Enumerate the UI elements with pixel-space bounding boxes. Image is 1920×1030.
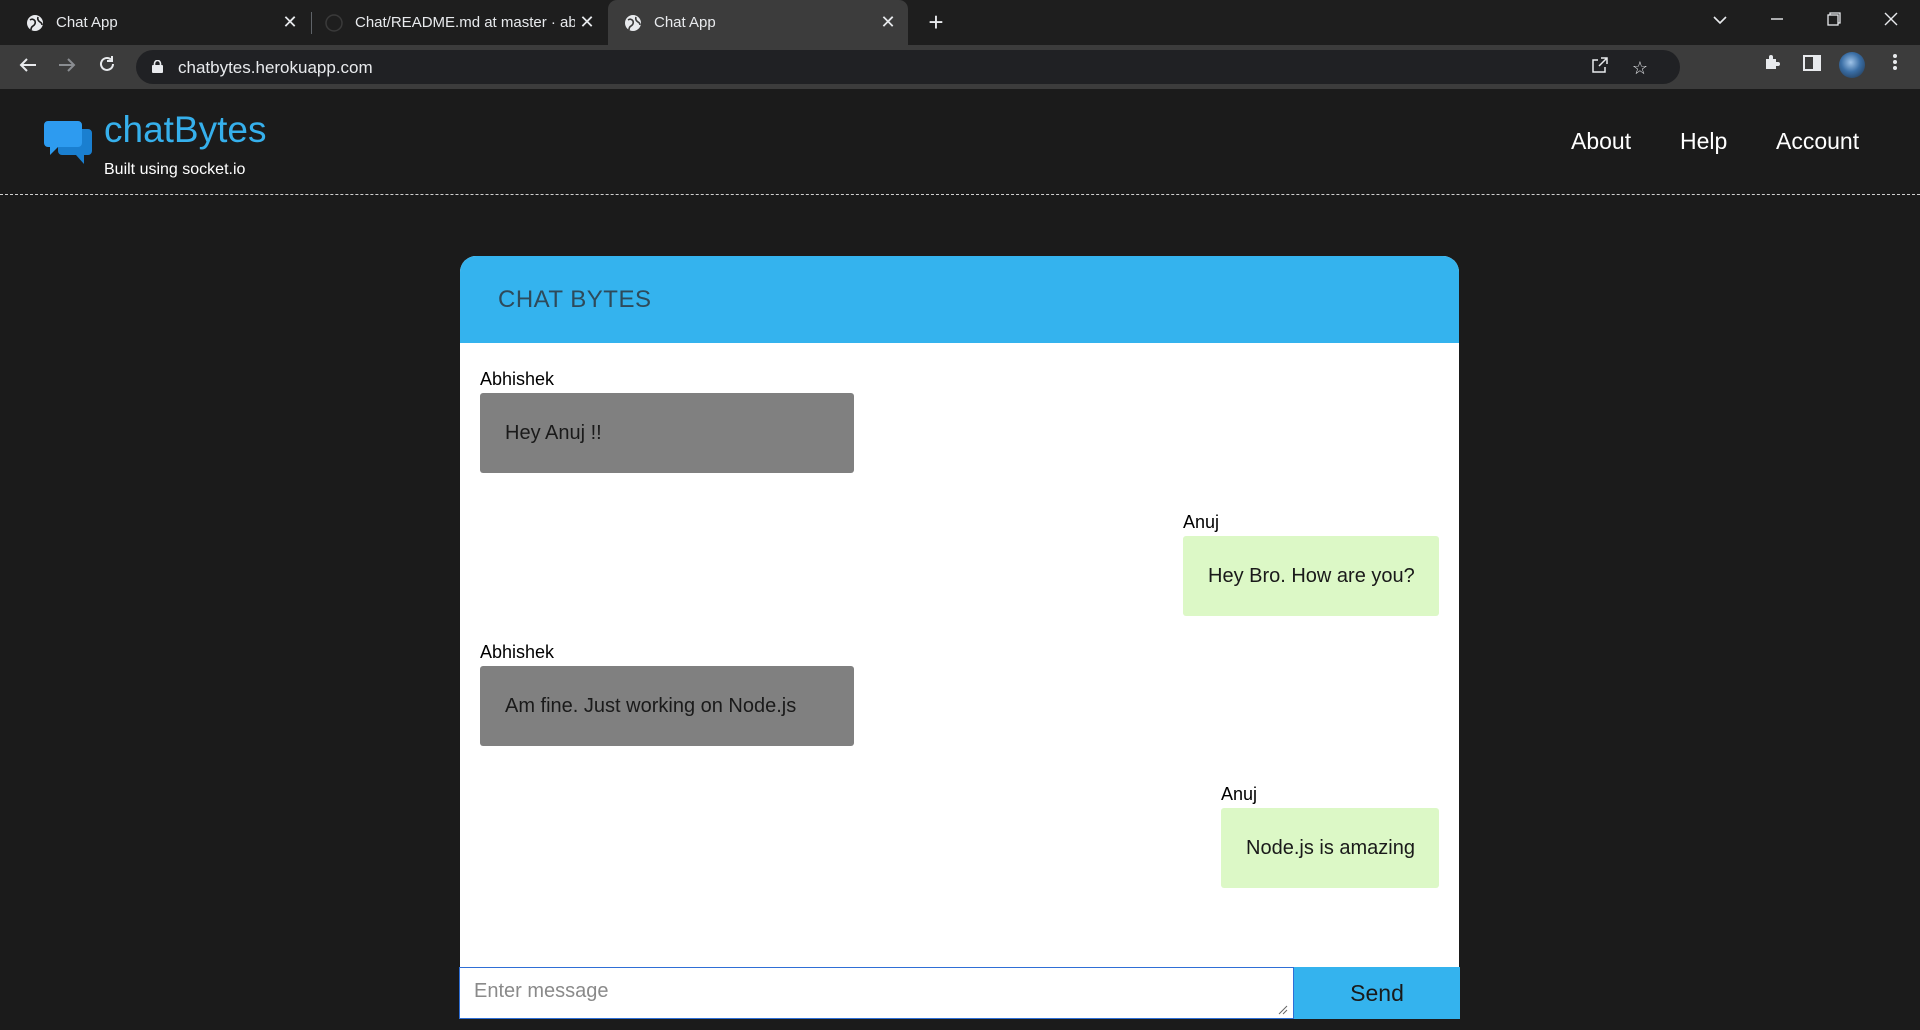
tab-title: Chat App: [654, 14, 716, 31]
browser-tab-3[interactable]: Chat App ✕: [608, 0, 908, 45]
browser-tab-2[interactable]: Chat/README.md at master · abh ✕: [313, 0, 607, 45]
globe-icon: [625, 14, 641, 31]
chat-window: CHAT BYTES Abhishek Hey Anuj !! Anuj Hey…: [460, 256, 1459, 1019]
restore-icon[interactable]: [1806, 0, 1862, 40]
menu-kebab-icon[interactable]: [1882, 52, 1908, 78]
close-icon[interactable]: ✕: [280, 12, 300, 32]
minimize-icon[interactable]: [1749, 0, 1805, 40]
nav-help[interactable]: Help: [1680, 128, 1727, 155]
site-brand[interactable]: chatBytes: [104, 109, 266, 151]
message-bubble-outgoing: Node.js is amazing: [1221, 808, 1439, 888]
chat-header: CHAT BYTES: [460, 256, 1459, 343]
message-sender: Abhishek: [480, 369, 555, 389]
message-bubble-outgoing: Hey Bro. How are you?: [1183, 536, 1439, 616]
tab-title: Chat/README.md at master · abh: [355, 14, 575, 31]
browser-tab-strip: Chat App ✕ Chat/README.md at master · ab…: [0, 0, 1920, 45]
message-composer: Send: [459, 967, 1460, 1019]
close-icon[interactable]: ✕: [577, 12, 597, 32]
side-panel-icon[interactable]: [1799, 52, 1825, 78]
share-icon[interactable]: [1588, 56, 1612, 80]
tab-search-icon[interactable]: [1692, 0, 1748, 40]
back-arrow-icon[interactable]: [14, 53, 42, 81]
message-sender: Abhishek: [480, 642, 555, 662]
github-icon: [325, 13, 343, 32]
message-bubble-incoming: Hey Anuj !!: [480, 393, 854, 473]
lock-icon: [152, 60, 163, 73]
new-tab-button[interactable]: +: [922, 8, 950, 36]
bookmark-star-icon[interactable]: ☆: [1628, 56, 1652, 80]
address-bar[interactable]: chatbytes.herokuapp.com ☆: [136, 50, 1680, 84]
browser-toolbar: chatbytes.herokuapp.com ☆: [0, 45, 1920, 89]
site-header: chatBytes Built using socket.io About He…: [0, 89, 1920, 195]
site-tagline: Built using socket.io: [104, 161, 246, 178]
forward-arrow-icon[interactable]: [53, 53, 81, 81]
message-sender: Anuj: [1221, 784, 1258, 804]
close-window-icon[interactable]: [1863, 0, 1919, 40]
message-sender: Anuj: [1183, 512, 1220, 532]
tab-title: Chat App: [56, 14, 118, 31]
profile-avatar[interactable]: [1839, 52, 1865, 78]
globe-icon: [27, 14, 43, 31]
message-bubble-incoming: Am fine. Just working on Node.js: [480, 666, 854, 746]
tab-divider: [311, 12, 312, 34]
chat-title: CHAT BYTES: [498, 286, 652, 313]
message-input[interactable]: [459, 967, 1294, 1019]
url-text: chatbytes.herokuapp.com: [178, 58, 373, 77]
browser-tab-1[interactable]: Chat App ✕: [14, 0, 310, 45]
extensions-icon[interactable]: [1759, 52, 1785, 78]
chat-bubbles-logo-icon: [44, 121, 92, 164]
nav-about[interactable]: About: [1571, 128, 1631, 155]
resize-grip-icon[interactable]: [1278, 1005, 1288, 1015]
close-icon[interactable]: ✕: [878, 12, 898, 32]
reload-icon[interactable]: [93, 53, 121, 81]
nav-account[interactable]: Account: [1776, 128, 1859, 155]
send-button[interactable]: Send: [1294, 967, 1460, 1019]
